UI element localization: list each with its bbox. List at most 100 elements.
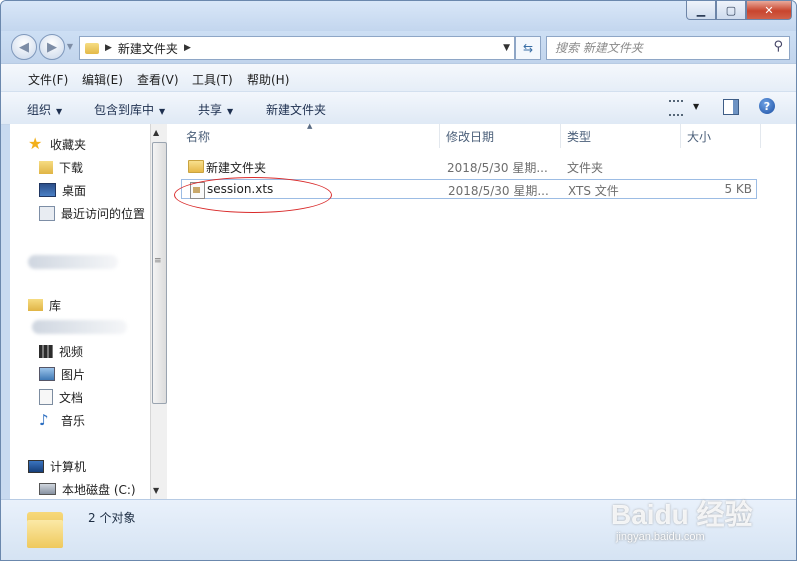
address-bar[interactable]: ▶ 新建文件夹 ▶ ▼: [79, 36, 515, 60]
change-view-icon[interactable]: [669, 100, 683, 116]
view-options-dropdown-icon[interactable]: ▼: [693, 102, 699, 111]
picture-icon: [39, 367, 55, 381]
breadcrumb-separator-icon[interactable]: ▶: [105, 43, 112, 53]
menu-tools[interactable]: 工具(T): [192, 71, 233, 88]
address-dropdown-icon[interactable]: ▼: [503, 43, 510, 53]
column-header-size[interactable]: 大小: [681, 124, 761, 148]
menu-bar: 文件(F) 编辑(E) 查看(V) 工具(T) 帮助(H): [1, 63, 796, 92]
sidebar-item-documents[interactable]: 文档: [39, 387, 83, 407]
file-date: 2018/5/30 星期...: [447, 161, 548, 175]
search-input[interactable]: [553, 37, 767, 59]
file-row-folder[interactable]: 新建文件夹 2018/5/30 星期... 文件夹: [181, 157, 757, 177]
sidebar-item-label: 桌面: [62, 183, 87, 198]
chevron-down-icon: ▼: [56, 107, 63, 116]
share-label: 共享: [198, 103, 223, 117]
sidebar-item-recent[interactable]: 最近访问的位置: [39, 203, 145, 223]
star-icon: ★: [28, 134, 43, 153]
watermark-logo: Baidu 经验: [611, 499, 753, 530]
downloads-folder-icon: [39, 160, 53, 174]
search-box[interactable]: ⚲: [546, 36, 790, 60]
sidebar-item-label: 图片: [61, 367, 86, 382]
forward-arrow-icon: ▶: [47, 39, 57, 55]
title-bar: ▁ ▢ ✕: [1, 1, 796, 31]
scroll-down-icon[interactable]: ▼: [153, 486, 159, 495]
chevron-down-icon: ▼: [159, 107, 166, 116]
sidebar-item-computer[interactable]: 计算机: [28, 456, 86, 476]
column-header-type[interactable]: 类型: [561, 124, 681, 148]
maximize-button[interactable]: ▢: [716, 1, 746, 20]
drive-icon: [39, 483, 56, 495]
menu-help[interactable]: 帮助(H): [247, 71, 289, 88]
sidebar-item-label: 收藏夹: [50, 137, 87, 152]
chevron-down-icon: ▼: [66, 41, 74, 51]
sidebar-item-label: 本地磁盘 (C:): [62, 482, 136, 497]
navigation-scrollbar[interactable]: ▲ ≡ ▼: [150, 124, 167, 499]
file-icon: [190, 182, 205, 199]
sidebar-item-label: 计算机: [50, 459, 87, 474]
new-folder-button[interactable]: 新建文件夹: [266, 101, 326, 118]
file-type: XTS 文件: [568, 184, 619, 198]
organize-button[interactable]: 组织 ▼: [27, 101, 62, 118]
sidebar-item-desktop[interactable]: 桌面: [39, 180, 86, 200]
sidebar-item-downloads[interactable]: 下载: [39, 157, 83, 177]
menu-file[interactable]: 文件(F): [28, 71, 68, 88]
video-icon: [39, 344, 53, 358]
file-size: 5 KB: [724, 182, 752, 196]
file-name: 新建文件夹: [206, 161, 267, 175]
caption-buttons: ▁ ▢ ✕: [686, 1, 792, 20]
sidebar-item-music[interactable]: ♪ 音乐: [39, 410, 85, 430]
music-note-icon: ♪: [39, 411, 49, 429]
explorer-window: ▁ ▢ ✕ ◀ ▶ ▼ ▶ 新建文件夹 ▶ ▼ ⇆ ⚲ 文件(F) 编辑(E) …: [0, 0, 797, 561]
folder-icon: [85, 42, 99, 54]
include-in-library-button[interactable]: 包含到库中 ▼: [94, 101, 165, 118]
menu-view[interactable]: 查看(V): [137, 71, 179, 88]
folder-icon: [188, 160, 204, 173]
breadcrumb-separator-icon[interactable]: ▶: [184, 43, 191, 53]
document-icon: [39, 389, 53, 405]
refresh-button[interactable]: ⇆: [515, 36, 541, 60]
scroll-up-icon[interactable]: ▲: [153, 128, 159, 137]
folder-front-shape: [27, 520, 63, 548]
include-in-library-label: 包含到库中: [94, 103, 155, 117]
file-type: 文件夹: [567, 161, 604, 175]
back-button[interactable]: ◀: [11, 34, 37, 60]
sidebar-item-label: 音乐: [61, 413, 86, 428]
scrollbar-thumb[interactable]: [152, 142, 167, 404]
share-button[interactable]: 共享 ▼: [198, 101, 233, 118]
column-header-name[interactable]: 名称: [180, 124, 440, 148]
breadcrumb-current-folder[interactable]: 新建文件夹: [118, 40, 178, 57]
sidebar-item-favorites[interactable]: ★ 收藏夹: [28, 134, 86, 154]
forward-button[interactable]: ▶: [39, 34, 65, 60]
minimize-button[interactable]: ▁: [686, 1, 716, 20]
blurred-item: [32, 320, 127, 334]
blurred-item: [28, 255, 118, 269]
sidebar-item-videos[interactable]: 视频: [39, 341, 83, 361]
recent-pages-dropdown[interactable]: ▼: [65, 34, 75, 58]
sidebar-item-label: 视频: [59, 344, 84, 359]
file-date: 2018/5/30 星期...: [448, 184, 549, 198]
file-name: session.xts: [207, 182, 274, 196]
back-arrow-icon: ◀: [19, 39, 29, 55]
preview-pane-icon[interactable]: [723, 99, 739, 115]
file-list: ▲ 名称 修改日期 类型 大小 新建文件夹 2018/5/30 星期... 文件…: [167, 122, 796, 499]
column-header-date[interactable]: 修改日期: [440, 124, 561, 148]
sidebar-item-label: 库: [49, 298, 62, 313]
organize-label: 组织: [27, 103, 52, 117]
sidebar-item-label: 最近访问的位置: [61, 206, 146, 221]
navigation-pane: ★ 收藏夹 下载 桌面 最近访问的位置 库 视频 图片 文档 ♪ 音乐 计算机: [10, 124, 150, 499]
sidebar-item-pictures[interactable]: 图片: [39, 364, 85, 384]
file-row-session[interactable]: session.xts 2018/5/30 星期... XTS 文件 5 KB: [181, 179, 757, 199]
search-icon[interactable]: ⚲: [773, 39, 783, 54]
recent-places-icon: [39, 205, 55, 221]
item-count: 2 个对象: [88, 511, 136, 525]
sidebar-item-local-disk[interactable]: 本地磁盘 (C:): [39, 479, 136, 499]
menu-edit[interactable]: 编辑(E): [82, 71, 123, 88]
sidebar-item-label: 文档: [59, 390, 84, 405]
close-button[interactable]: ✕: [746, 1, 792, 20]
computer-icon: [28, 459, 44, 473]
sidebar-item-libraries[interactable]: 库: [28, 295, 61, 315]
refresh-icon: ⇆: [522, 41, 534, 55]
help-icon[interactable]: ?: [759, 98, 775, 114]
watermark-url: jingyan.baidu.com: [616, 531, 705, 543]
navigation-bar: ◀ ▶ ▼ ▶ 新建文件夹 ▶ ▼ ⇆ ⚲: [1, 31, 796, 63]
